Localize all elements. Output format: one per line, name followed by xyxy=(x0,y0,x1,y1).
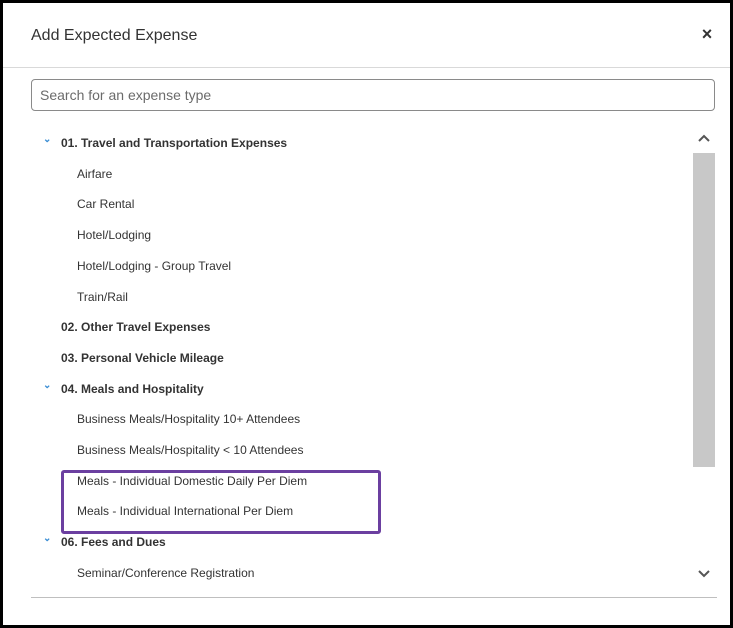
expense-type-label: Hotel/Lodging - Group Travel xyxy=(77,258,232,273)
scroll-thumb[interactable] xyxy=(693,153,715,467)
category-label: 01. Travel and Transportation Expenses xyxy=(61,136,288,150)
category-label: 03. Personal Vehicle Mileage xyxy=(61,350,224,365)
expense-type-row[interactable]: Hotel/Lodging - Group Travel xyxy=(77,254,231,278)
dialog-title: Add Expected Expense xyxy=(31,27,198,44)
expense-type-label: Meals - Individual Domestic Daily Per Di… xyxy=(77,473,308,488)
expense-type-label: Seminar/Conference Registration xyxy=(77,565,255,580)
scroll-down-icon[interactable] xyxy=(691,563,717,585)
close-icon[interactable]: × xyxy=(696,23,718,45)
expense-type-row[interactable]: Airfare xyxy=(77,162,112,186)
expand-chevron-icon[interactable]: ⌄ xyxy=(43,128,53,152)
expense-type-label: Airfare xyxy=(77,166,113,181)
expense-type-label: Train/Rail xyxy=(77,289,128,304)
expense-type-label: Car Rental xyxy=(77,197,135,212)
expand-chevron-icon[interactable]: ⌄ xyxy=(43,374,53,398)
expense-type-row[interactable]: Train/Rail xyxy=(77,285,128,309)
expense-type-row[interactable]: Car Rental xyxy=(77,192,134,216)
expense-type-label: Business Meals/Hospitality < 10 Attendee… xyxy=(77,443,304,457)
expense-type-label: Business Meals/Hospitality 10+ Attendees xyxy=(77,412,301,427)
expense-type-row[interactable]: Meals - Individual Domestic Daily Per Di… xyxy=(77,469,307,493)
expense-type-label: Meals - Individual International Per Die… xyxy=(77,504,294,519)
expense-type-label: Hotel/Lodging xyxy=(77,228,152,243)
expense-type-row[interactable]: Business Meals/Hospitality 10+ Attendees xyxy=(77,407,300,431)
expense-type-row[interactable]: Hotel/Lodging xyxy=(77,223,151,247)
category-label: 04. Meals and Hospitality xyxy=(61,381,204,396)
category-row[interactable]: ⌄ 06. Fees and Dues xyxy=(43,530,166,554)
list-scrollbar[interactable] xyxy=(691,125,717,587)
expense-type-list: ⌄ 01. Travel and Transportation Expenses A… xyxy=(31,127,691,585)
expense-type-search-input[interactable] xyxy=(31,79,715,111)
footer-divider xyxy=(31,597,717,598)
expense-type-row[interactable]: Business Meals/Hospitality < 10 Attendee… xyxy=(77,438,303,462)
category-label: 06. Fees and Dues xyxy=(61,535,166,550)
expense-type-row[interactable]: Seminar/Conference Registration xyxy=(77,561,254,585)
category-row[interactable]: ⌄ 01. Travel and Transportation Expenses xyxy=(43,131,288,155)
expand-chevron-icon[interactable]: ⌄ xyxy=(43,527,53,551)
scroll-up-icon[interactable] xyxy=(691,127,717,149)
category-row[interactable]: 03. Personal Vehicle Mileage xyxy=(61,346,224,370)
add-expected-expense-dialog: Add Expected Expense × ⌄ 01. Travel and T… xyxy=(0,0,733,628)
category-row[interactable]: 02. Other Travel Expenses xyxy=(61,315,210,339)
dialog-header: Add Expected Expense × xyxy=(3,3,730,68)
category-label: 02. Other Travel Expenses xyxy=(61,320,211,335)
expense-type-row[interactable]: Meals - Individual International Per Die… xyxy=(77,499,293,523)
category-row[interactable]: ⌄ 04. Meals and Hospitality xyxy=(43,377,204,401)
